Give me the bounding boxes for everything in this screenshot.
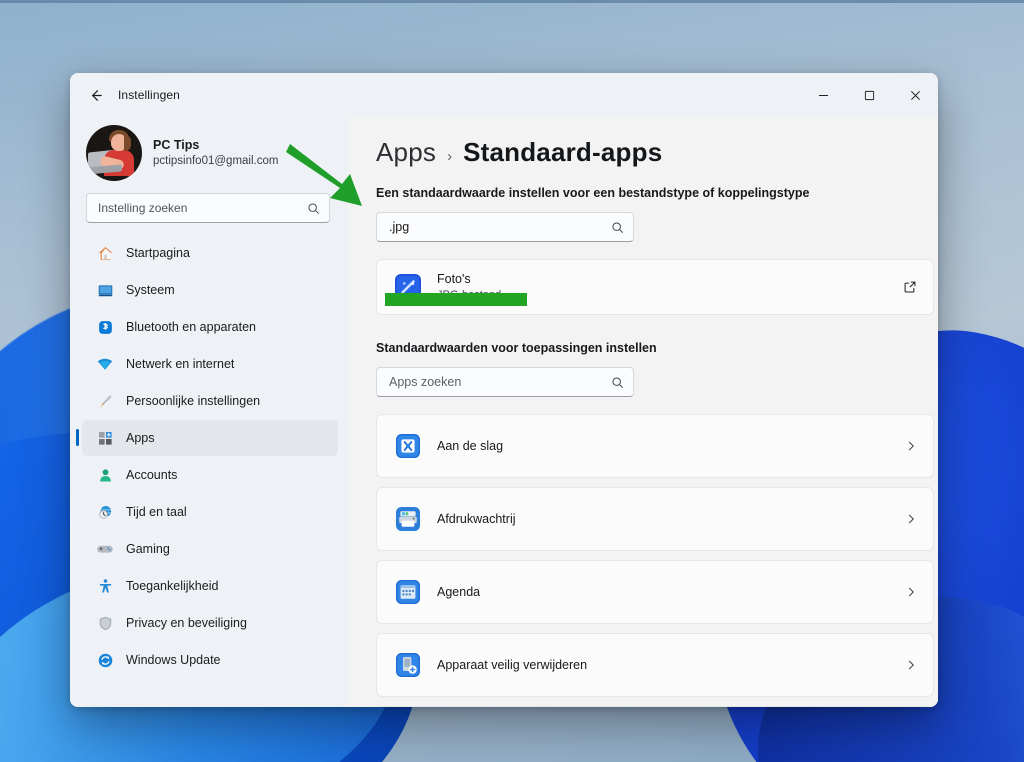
paintbrush-icon [96, 392, 114, 410]
account-email: pctipsinfo01@gmail.com [153, 154, 279, 167]
calendar-icon [394, 578, 422, 606]
accessibility-icon [96, 577, 114, 595]
sidebar-item-startpagina[interactable]: Startpagina [82, 235, 338, 271]
update-icon [96, 651, 114, 669]
sidebar-item-label: Apps [126, 431, 155, 445]
sidebar-item-persoonlijke-instellingen[interactable]: Persoonlijke instellingen [82, 383, 338, 419]
apps-section-heading: Standaardwaarden voor toepassingen inste… [376, 341, 657, 355]
sidebar-item-netwerk[interactable]: Netwerk en internet [82, 346, 338, 382]
sidebar-item-label: Accounts [126, 468, 178, 482]
sidebar-item-label: Bluetooth en apparaten [126, 320, 256, 334]
safely-remove-icon [394, 651, 422, 679]
person-icon [96, 466, 114, 484]
breadcrumb: Apps › Standaard-apps [376, 137, 938, 168]
settings-window: Instellingen PC Tips pctipsinfo01@gmail.… [70, 73, 938, 707]
search-icon [611, 221, 624, 234]
title-bar: Instellingen [70, 73, 938, 117]
app-list-item-label: Apparaat veilig verwijderen [437, 658, 588, 672]
app-list-item-app-installatieprogramma[interactable]: App-installatieprogramma [376, 706, 934, 707]
account-name: PC Tips [153, 137, 200, 152]
clock-globe-icon [96, 503, 114, 521]
filetype-section-heading: Een standaardwaarde instellen voor een b… [376, 186, 810, 200]
filetype-search-input[interactable]: .jpg [376, 212, 634, 242]
sidebar-item-label: Netwerk en internet [126, 357, 235, 371]
green-arrow-annotation [286, 144, 362, 206]
window-controls [800, 73, 938, 117]
sidebar-item-label: Startpagina [126, 246, 190, 260]
apps-icon [96, 429, 114, 447]
close-button[interactable] [892, 73, 938, 117]
app-list-item-aan-de-slag[interactable]: Aan de slag [376, 414, 934, 478]
back-button[interactable] [80, 80, 110, 110]
bluetooth-icon [96, 318, 114, 336]
breadcrumb-separator: › [447, 148, 453, 165]
sidebar-item-toegankelijkheid[interactable]: Toegankelijkheid [82, 568, 338, 604]
shield-icon [96, 614, 114, 632]
sidebar-item-accounts[interactable]: Accounts [82, 457, 338, 493]
get-started-icon [394, 432, 422, 460]
green-highlight-bar [385, 293, 527, 306]
app-list-item-agenda[interactable]: Agenda [376, 560, 934, 624]
filetype-result-card[interactable]: Foto's JPG-bestand [376, 259, 934, 315]
wifi-icon [96, 355, 114, 373]
sidebar-item-tijd-en-taal[interactable]: Tijd en taal [82, 494, 338, 530]
app-list-item-afdrukwachtrij[interactable]: Afdrukwachtrij [376, 487, 934, 551]
sidebar-item-windows-update[interactable]: Windows Update [82, 642, 338, 678]
apps-search-placeholder: Apps zoeken [389, 375, 462, 389]
content-pane: Apps › Standaard-apps Een standaardwaard… [348, 117, 938, 707]
app-list-item-label: Agenda [437, 585, 481, 599]
settings-search-placeholder: Instelling zoeken [98, 201, 188, 215]
chevron-right-icon[interactable] [905, 586, 917, 598]
print-queue-icon [394, 505, 422, 533]
sidebar-item-label: Systeem [126, 283, 175, 297]
gamepad-icon [96, 540, 114, 558]
sidebar-item-bluetooth[interactable]: Bluetooth en apparaten [82, 309, 338, 345]
window-title: Instellingen [118, 88, 180, 102]
chevron-right-icon[interactable] [905, 513, 917, 525]
sidebar-item-label: Tijd en taal [126, 505, 187, 519]
search-icon [611, 376, 624, 389]
app-list-item-apparaat-veilig-verwijderen[interactable]: Apparaat veilig verwijderen [376, 633, 934, 697]
sidebar-item-gaming[interactable]: Gaming [82, 531, 338, 567]
result-title: Foto's [437, 272, 471, 287]
app-list-item-label: Aan de slag [437, 439, 504, 453]
page-title: Standaard-apps [463, 137, 663, 167]
open-external-icon[interactable] [903, 280, 917, 294]
app-list-item-label: Afdrukwachtrij [437, 512, 516, 526]
filetype-search-value: .jpg [389, 220, 410, 234]
sidebar-item-label: Privacy en beveiliging [126, 616, 247, 630]
apps-search-input[interactable]: Apps zoeken [376, 367, 634, 397]
home-icon [96, 244, 114, 262]
monitor-icon [96, 281, 114, 299]
chevron-right-icon[interactable] [905, 440, 917, 452]
maximize-button[interactable] [846, 73, 892, 117]
sidebar-item-label: Gaming [126, 542, 170, 556]
chevron-right-icon[interactable] [905, 659, 917, 671]
sidebar-item-label: Toegankelijkheid [126, 579, 219, 593]
desktop: Instellingen PC Tips pctipsinfo01@gmail.… [0, 0, 1024, 762]
sidebar-item-label: Windows Update [126, 653, 221, 667]
desktop-top-edge [0, 0, 1024, 3]
avatar [86, 125, 142, 181]
sidebar-item-systeem[interactable]: Systeem [82, 272, 338, 308]
sidebar-item-apps[interactable]: Apps [76, 420, 338, 456]
minimize-button[interactable] [800, 73, 846, 117]
sidebar-item-label: Persoonlijke instellingen [126, 394, 261, 408]
sidebar-item-privacy[interactable]: Privacy en beveiliging [82, 605, 338, 641]
sidebar-nav: Startpagina Systeem Bluetooth en apparat… [70, 231, 348, 679]
